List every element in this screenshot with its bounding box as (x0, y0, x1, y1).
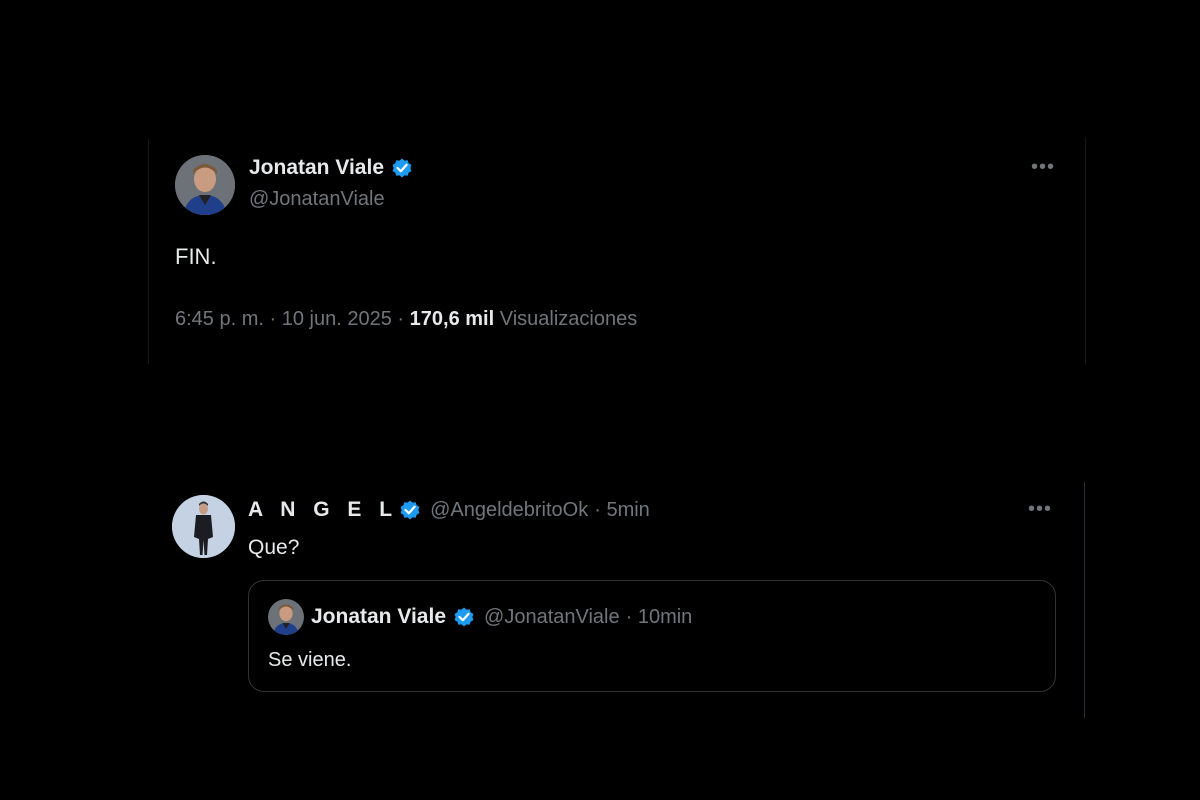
main-tweet[interactable]: Jonatan Viale @JonatanViale ••• FIN. 6:4… (148, 138, 1086, 364)
meta-separator: · (269, 308, 277, 330)
tweet-time[interactable]: 6:45 p. m. (175, 308, 264, 330)
quoted-tweet[interactable]: Jonatan Viale @JonatanViale · 10min Se v… (248, 580, 1056, 692)
author-name[interactable]: Jonatan Viale (249, 156, 384, 180)
views-label: Visualizaciones (499, 308, 638, 330)
tweet-metadata: 6:45 p. m. · 10 jun. 2025 · 170,6 mil Vi… (175, 308, 637, 331)
reply-text: Que? (248, 536, 300, 559)
reply-author-handle[interactable]: @AngeldebritoOk (430, 499, 588, 522)
verified-badge-icon (452, 605, 476, 629)
reply-tweet[interactable]: A N G E L @AngeldebritoOk · 5min ••• Que… (148, 482, 1085, 718)
quoted-time[interactable]: · 10min (626, 606, 693, 629)
meta-separator: · (397, 308, 405, 330)
quoted-author-avatar[interactable] (268, 599, 304, 635)
quoted-author-name[interactable]: Jonatan Viale (311, 605, 446, 629)
verified-badge-icon (398, 498, 422, 522)
reply-time[interactable]: · 5min (594, 499, 650, 522)
more-options-icon[interactable]: ••• (1028, 498, 1052, 521)
tweet-text: FIN. (175, 244, 217, 269)
quoted-author-handle[interactable]: @JonatanViale (484, 606, 620, 629)
tweet-date[interactable]: 10 jun. 2025 (282, 308, 392, 330)
author-avatar[interactable] (175, 155, 235, 215)
views-count: 170,6 mil (409, 308, 495, 330)
quoted-text: Se viene. (268, 649, 352, 671)
author-handle[interactable]: @JonatanViale (249, 188, 385, 211)
reply-author-avatar[interactable] (172, 495, 235, 558)
verified-badge-icon (390, 156, 414, 180)
reply-author-name[interactable]: A N G E L (248, 498, 398, 522)
screenshot-canvas: Jonatan Viale @JonatanViale ••• FIN. 6:4… (0, 0, 1200, 800)
more-options-icon[interactable]: ••• (1031, 156, 1055, 179)
